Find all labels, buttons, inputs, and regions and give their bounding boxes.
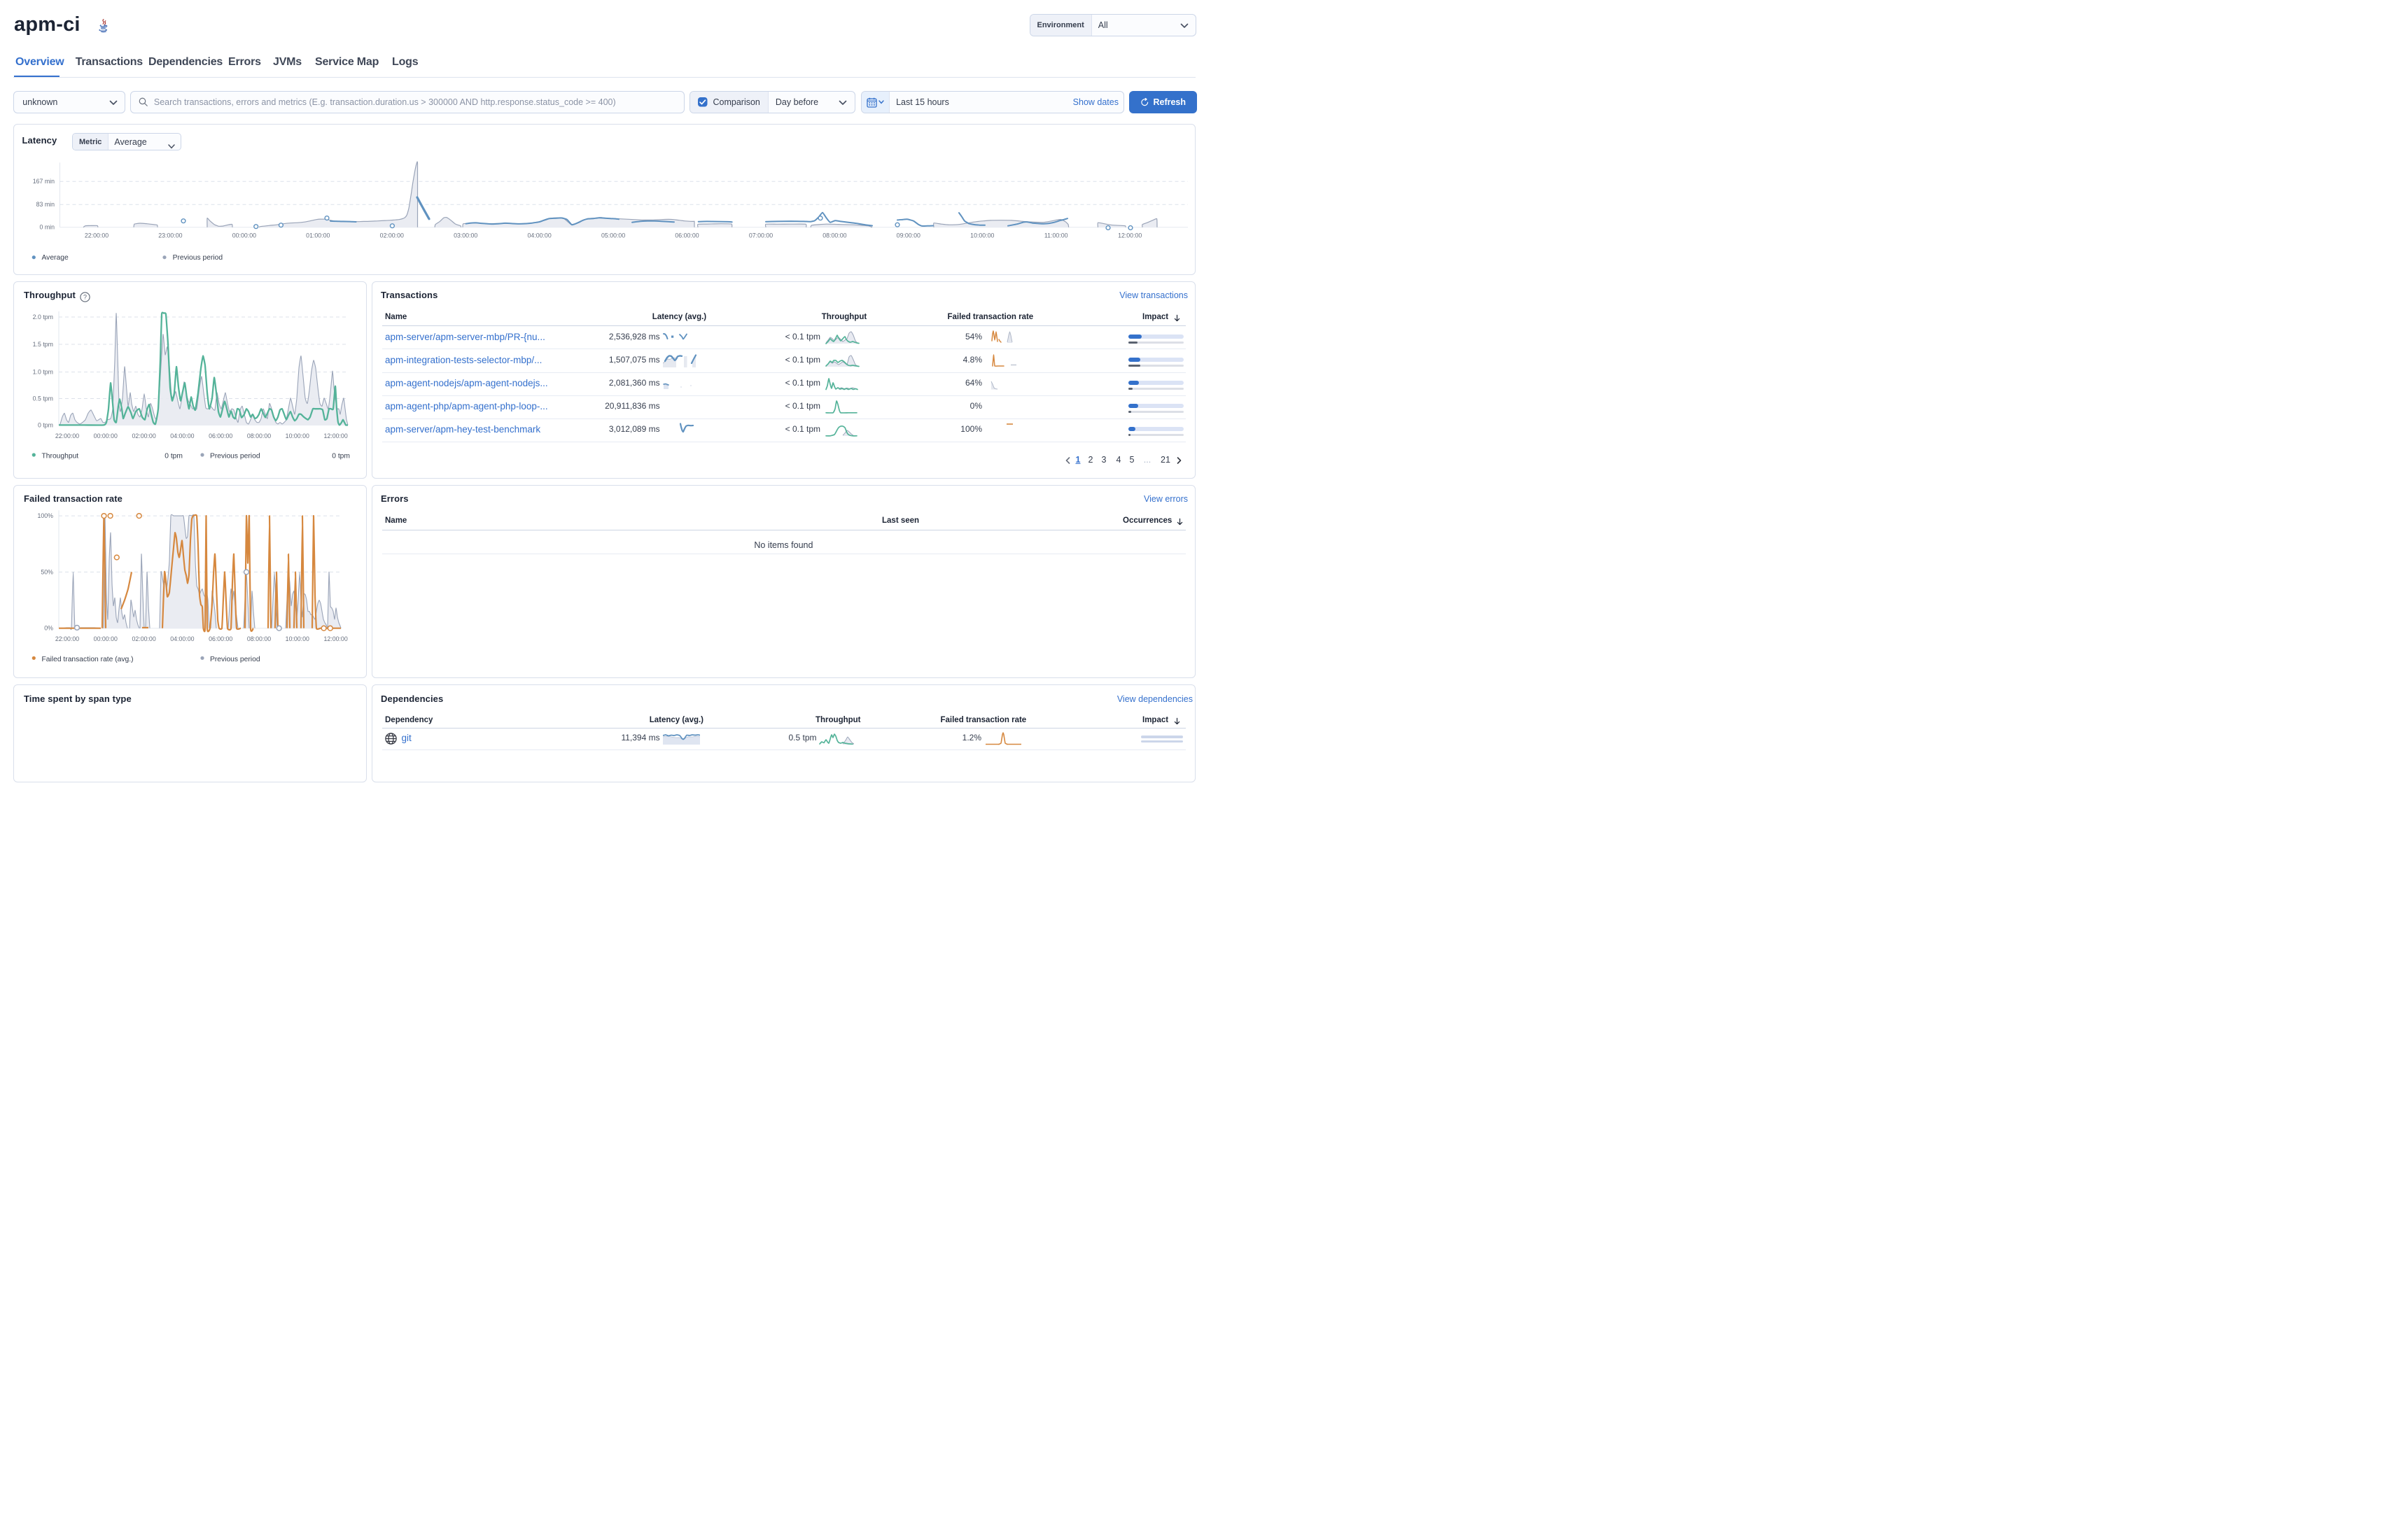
- svg-text:06:00:00: 06:00:00: [675, 232, 699, 239]
- svg-text:02:00:00: 02:00:00: [132, 432, 155, 439]
- svg-text:0 tpm: 0 tpm: [164, 453, 183, 460]
- svg-text:0 tpm: 0 tpm: [38, 421, 53, 428]
- svg-text:Previous period: Previous period: [210, 655, 260, 663]
- svg-text:07:00:00: 07:00:00: [749, 232, 773, 239]
- svg-text:12:00:00: 12:00:00: [323, 432, 347, 439]
- svg-text:01:00:00: 01:00:00: [306, 232, 330, 239]
- svg-text:22:00:00: 22:00:00: [55, 635, 79, 642]
- svg-text:2.0 tpm: 2.0 tpm: [33, 314, 53, 321]
- svg-text:0.5 tpm: 0.5 tpm: [33, 395, 53, 402]
- svg-text:1.5 tpm: 1.5 tpm: [33, 341, 53, 348]
- svg-text:03:00:00: 03:00:00: [454, 232, 477, 239]
- svg-text:06:00:00: 06:00:00: [209, 432, 232, 439]
- svg-text:10:00:00: 10:00:00: [286, 635, 309, 642]
- svg-text:23:00:00: 23:00:00: [158, 232, 182, 239]
- svg-text:00:00:00: 00:00:00: [94, 635, 118, 642]
- svg-text:02:00:00: 02:00:00: [380, 232, 404, 239]
- svg-text:100%: 100%: [38, 512, 54, 519]
- svg-text:08:00:00: 08:00:00: [822, 232, 846, 239]
- svg-text:0 tpm: 0 tpm: [332, 453, 350, 460]
- svg-text:0 min: 0 min: [39, 223, 55, 230]
- svg-text:00:00:00: 00:00:00: [94, 432, 118, 439]
- svg-text:12:00:00: 12:00:00: [323, 635, 347, 642]
- svg-text:00:00:00: 00:00:00: [232, 232, 256, 239]
- svg-text:Previous period: Previous period: [210, 453, 260, 460]
- svg-text:10:00:00: 10:00:00: [970, 232, 994, 239]
- svg-text:04:00:00: 04:00:00: [527, 232, 551, 239]
- svg-text:04:00:00: 04:00:00: [170, 432, 194, 439]
- svg-text:22:00:00: 22:00:00: [55, 432, 79, 439]
- svg-text:12:00:00: 12:00:00: [1118, 232, 1142, 239]
- svg-text:Throughput: Throughput: [42, 453, 79, 460]
- svg-text:02:00:00: 02:00:00: [132, 635, 155, 642]
- svg-text:08:00:00: 08:00:00: [247, 432, 271, 439]
- svg-text:06:00:00: 06:00:00: [209, 635, 232, 642]
- svg-text:83 min: 83 min: [36, 201, 55, 208]
- svg-text:167 min: 167 min: [33, 178, 55, 185]
- svg-text:0%: 0%: [44, 624, 53, 631]
- svg-text:1.0 tpm: 1.0 tpm: [33, 369, 53, 376]
- svg-text:22:00:00: 22:00:00: [85, 232, 108, 239]
- svg-text:Previous period: Previous period: [173, 254, 223, 262]
- svg-text:05:00:00: 05:00:00: [601, 232, 625, 239]
- svg-text:08:00:00: 08:00:00: [247, 635, 271, 642]
- svg-text:09:00:00: 09:00:00: [897, 232, 920, 239]
- svg-text:Average: Average: [42, 254, 69, 262]
- svg-text:04:00:00: 04:00:00: [170, 635, 194, 642]
- svg-text:11:00:00: 11:00:00: [1044, 232, 1068, 239]
- svg-text:50%: 50%: [41, 568, 53, 575]
- svg-text:10:00:00: 10:00:00: [286, 432, 309, 439]
- svg-text:Failed transaction rate (avg.): Failed transaction rate (avg.): [42, 655, 134, 663]
